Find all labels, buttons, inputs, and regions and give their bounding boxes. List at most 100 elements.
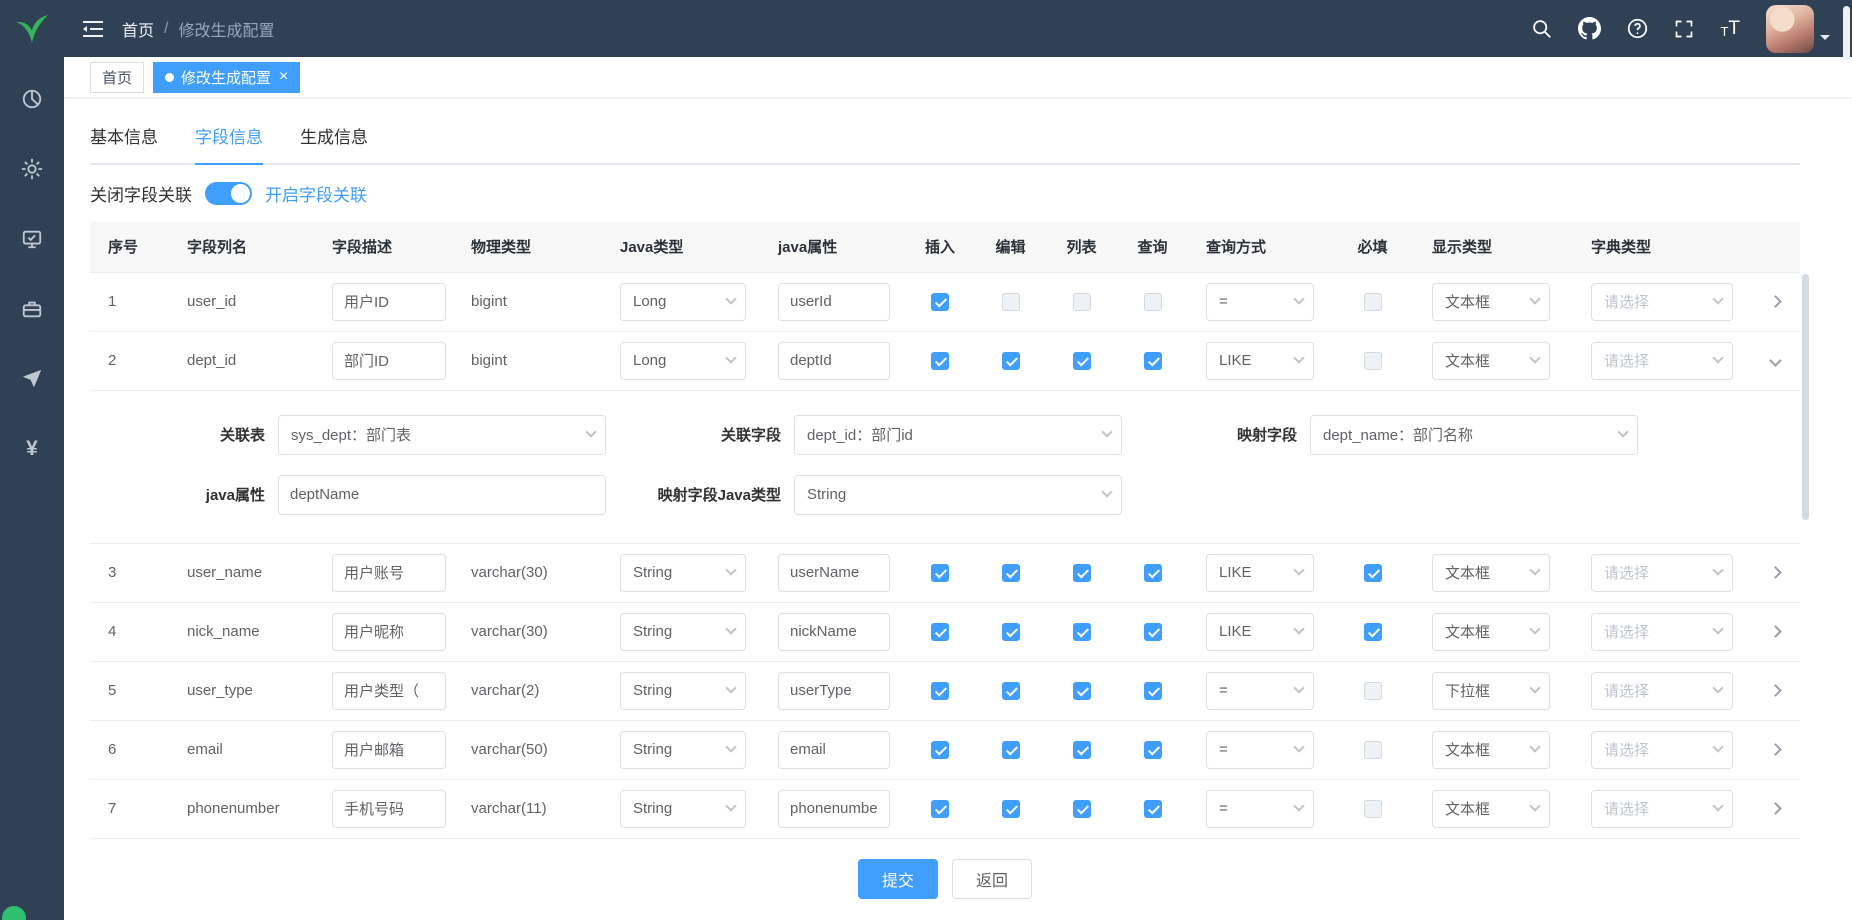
- display-type-select[interactable]: 文本框: [1432, 613, 1550, 651]
- tag-home[interactable]: 首页: [90, 62, 144, 93]
- app-logo[interactable]: [0, 0, 64, 57]
- query-checkbox[interactable]: [1144, 564, 1162, 582]
- list-checkbox[interactable]: [1073, 682, 1091, 700]
- relation-table-select[interactable]: sys_dept：部门表: [278, 415, 606, 455]
- back-button[interactable]: 返回: [952, 859, 1032, 899]
- expand-icon[interactable]: [1769, 566, 1782, 579]
- query-type-select[interactable]: LIKE: [1206, 554, 1314, 592]
- edit-checkbox[interactable]: [1002, 352, 1020, 370]
- list-checkbox[interactable]: [1073, 800, 1091, 818]
- dict-type-select[interactable]: 请选择: [1591, 790, 1733, 828]
- user-menu[interactable]: [1766, 5, 1830, 53]
- sidebar-item-dashboard[interactable]: [20, 87, 44, 111]
- description-input[interactable]: [332, 342, 446, 380]
- java-type-select[interactable]: Long: [620, 342, 746, 380]
- fullscreen-icon[interactable]: [1674, 19, 1694, 39]
- required-checkbox[interactable]: [1364, 352, 1382, 370]
- java-type-select[interactable]: String: [620, 790, 746, 828]
- java-type-select[interactable]: String: [620, 613, 746, 651]
- search-icon[interactable]: [1531, 18, 1552, 39]
- list-checkbox[interactable]: [1073, 293, 1091, 311]
- display-type-select[interactable]: 文本框: [1432, 731, 1550, 769]
- insert-checkbox[interactable]: [931, 682, 949, 700]
- dict-type-select[interactable]: 请选择: [1591, 731, 1733, 769]
- list-checkbox[interactable]: [1073, 623, 1091, 641]
- java-property-input[interactable]: [778, 731, 890, 769]
- expand-icon[interactable]: [1769, 684, 1782, 697]
- query-type-select[interactable]: =: [1206, 731, 1314, 769]
- required-checkbox[interactable]: [1364, 682, 1382, 700]
- expand-icon[interactable]: [1769, 295, 1782, 308]
- subform-java-property-input[interactable]: [278, 475, 606, 515]
- insert-checkbox[interactable]: [931, 623, 949, 641]
- query-checkbox[interactable]: [1144, 800, 1162, 818]
- required-checkbox[interactable]: [1364, 623, 1382, 641]
- required-checkbox[interactable]: [1364, 293, 1382, 311]
- java-type-select[interactable]: String: [620, 731, 746, 769]
- query-type-select[interactable]: =: [1206, 672, 1314, 710]
- required-checkbox[interactable]: [1364, 800, 1382, 818]
- query-checkbox[interactable]: [1144, 623, 1162, 641]
- tab-field-info[interactable]: 字段信息: [195, 115, 263, 165]
- display-type-select[interactable]: 文本框: [1432, 554, 1550, 592]
- display-type-select[interactable]: 文本框: [1432, 342, 1550, 380]
- edit-checkbox[interactable]: [1002, 800, 1020, 818]
- sidebar-item-tool[interactable]: [20, 297, 44, 321]
- query-checkbox[interactable]: [1144, 352, 1162, 370]
- close-icon[interactable]: ×: [279, 69, 288, 85]
- description-input[interactable]: [332, 554, 446, 592]
- query-type-select[interactable]: LIKE: [1206, 613, 1314, 651]
- description-input[interactable]: [332, 731, 446, 769]
- dict-type-select[interactable]: 请选择: [1591, 283, 1733, 321]
- font-size-icon[interactable]: TT: [1720, 19, 1740, 38]
- insert-checkbox[interactable]: [931, 293, 949, 311]
- tab-basic-info[interactable]: 基本信息: [90, 115, 158, 165]
- breadcrumb-home[interactable]: 首页: [122, 17, 154, 41]
- insert-checkbox[interactable]: [931, 352, 949, 370]
- description-input[interactable]: [332, 613, 446, 651]
- display-type-select[interactable]: 文本框: [1432, 790, 1550, 828]
- insert-checkbox[interactable]: [931, 564, 949, 582]
- mapping-field-select[interactable]: dept_name：部门名称: [1310, 415, 1638, 455]
- edit-checkbox[interactable]: [1002, 623, 1020, 641]
- required-checkbox[interactable]: [1364, 564, 1382, 582]
- github-icon[interactable]: [1578, 17, 1601, 40]
- mapping-java-type-select[interactable]: String: [794, 475, 1122, 515]
- java-property-input[interactable]: [778, 613, 890, 651]
- submit-button[interactable]: 提交: [858, 859, 938, 899]
- sidebar-item-guide[interactable]: [20, 367, 44, 391]
- help-icon[interactable]: [1627, 18, 1648, 39]
- java-type-select[interactable]: String: [620, 672, 746, 710]
- tag-current[interactable]: 修改生成配置 ×: [153, 62, 300, 93]
- display-type-select[interactable]: 下拉框: [1432, 672, 1550, 710]
- list-checkbox[interactable]: [1073, 352, 1091, 370]
- java-property-input[interactable]: [778, 283, 890, 321]
- sidebar-item-system[interactable]: [20, 157, 44, 181]
- dict-type-select[interactable]: 请选择: [1591, 554, 1733, 592]
- insert-checkbox[interactable]: [931, 741, 949, 759]
- description-input[interactable]: [332, 672, 446, 710]
- expand-icon[interactable]: [1769, 802, 1782, 815]
- edit-checkbox[interactable]: [1002, 741, 1020, 759]
- query-checkbox[interactable]: [1144, 293, 1162, 311]
- expand-icon[interactable]: [1769, 625, 1782, 638]
- page-scrollbar[interactable]: [1843, 6, 1850, 60]
- display-type-select[interactable]: 文本框: [1432, 283, 1550, 321]
- dict-type-select[interactable]: 请选择: [1591, 672, 1733, 710]
- dict-type-select[interactable]: 请选择: [1591, 613, 1733, 651]
- edit-checkbox[interactable]: [1002, 564, 1020, 582]
- sidebar-toggle-button[interactable]: [64, 0, 122, 57]
- dict-type-select[interactable]: 请选择: [1591, 342, 1733, 380]
- edit-checkbox[interactable]: [1002, 682, 1020, 700]
- insert-checkbox[interactable]: [931, 800, 949, 818]
- java-property-input[interactable]: [778, 554, 890, 592]
- sidebar-item-pay[interactable]: ¥: [20, 437, 44, 461]
- query-type-select[interactable]: LIKE: [1206, 342, 1314, 380]
- java-property-input[interactable]: [778, 342, 890, 380]
- query-type-select[interactable]: =: [1206, 283, 1314, 321]
- query-checkbox[interactable]: [1144, 741, 1162, 759]
- field-relation-toggle[interactable]: [205, 182, 252, 205]
- java-type-select[interactable]: Long: [620, 283, 746, 321]
- list-checkbox[interactable]: [1073, 564, 1091, 582]
- edit-checkbox[interactable]: [1002, 293, 1020, 311]
